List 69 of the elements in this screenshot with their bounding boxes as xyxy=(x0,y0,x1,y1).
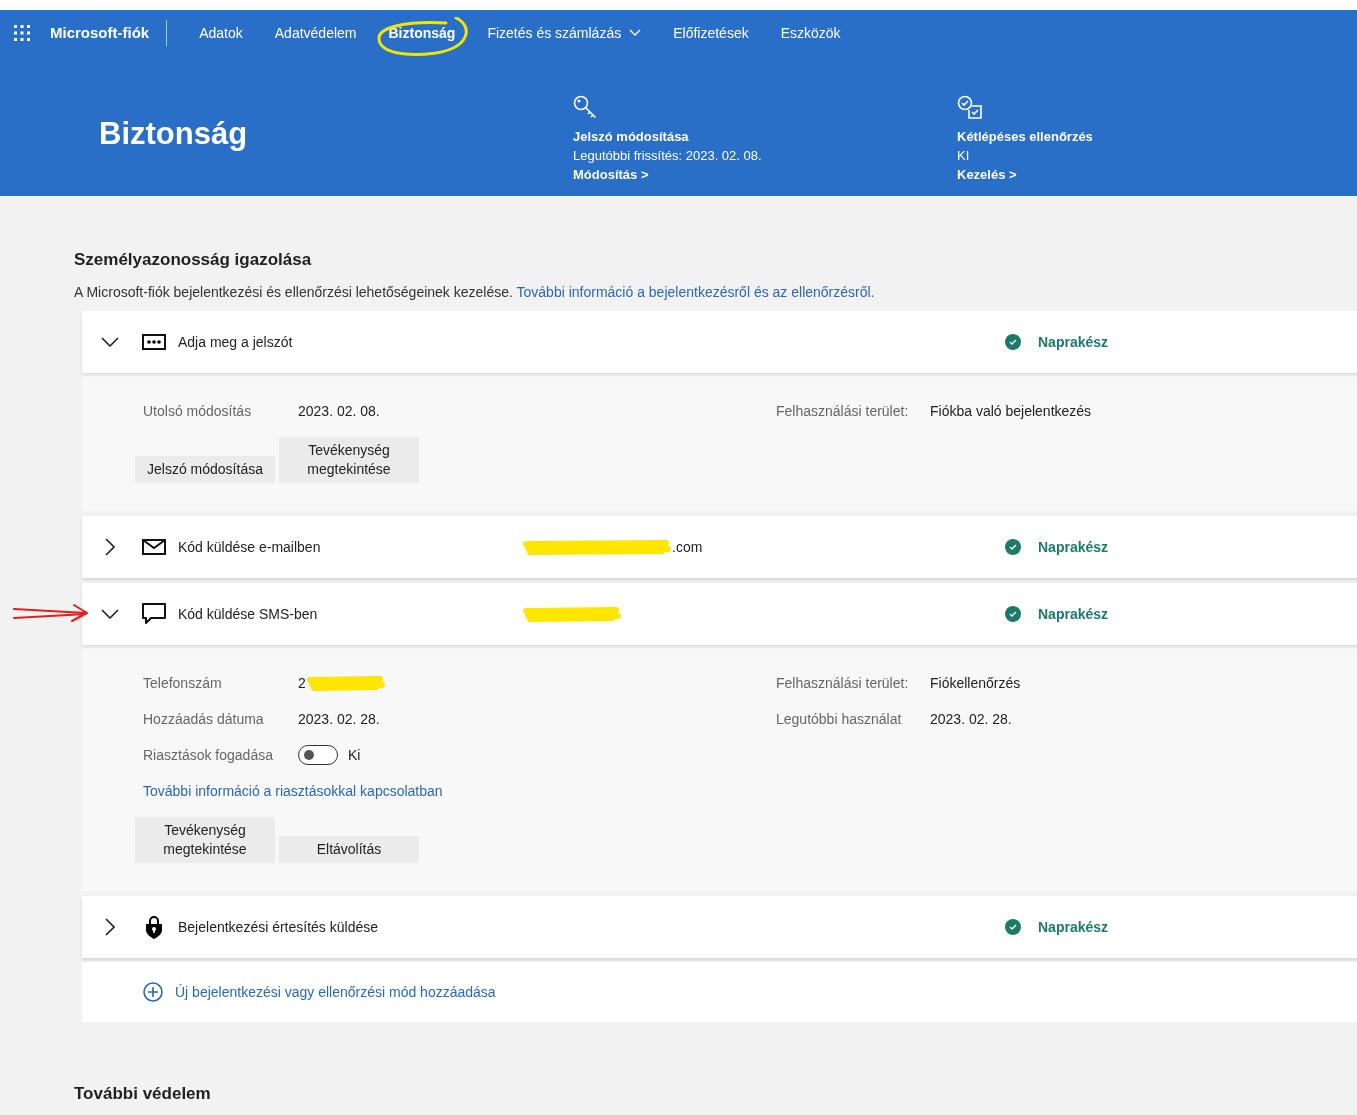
page-title: Biztonság xyxy=(98,115,249,152)
field-label: Legutóbbi használat xyxy=(776,710,903,729)
action-button[interactable]: Tevékenység megtekintése xyxy=(279,437,419,483)
field-value: Fiókba való bejelentkezés xyxy=(930,402,1092,421)
field-value: Fiókellenőrzés xyxy=(930,674,1021,693)
field-label: Telefonszám xyxy=(143,674,223,693)
speech-bubble-icon xyxy=(142,603,166,625)
section-title: Személyazonosság igazolása xyxy=(74,249,313,271)
check-circle-icon xyxy=(1005,539,1021,555)
envelope-icon xyxy=(142,539,166,555)
method-label: Bejelentkezési értesítés küldése xyxy=(178,919,379,935)
nav-link[interactable]: Fizetés és számlázás xyxy=(471,24,658,41)
method-row[interactable]: Kód küldése e-mailben .com Naprakész xyxy=(82,516,1357,578)
app-launcher-icon[interactable] xyxy=(14,24,30,41)
add-method-row[interactable]: Új bejelentkezési vagy ellenőrzési mód hozzáadása xyxy=(82,962,1357,1022)
nav-link[interactable]: Eszközök xyxy=(764,24,857,41)
field-value: 2023. 02. 08. xyxy=(298,402,380,421)
nav-link[interactable]: Adatok xyxy=(183,24,259,41)
check-circle-icon xyxy=(1005,606,1021,622)
password-icon xyxy=(142,334,166,350)
method-value: .com xyxy=(672,539,703,555)
nav-link[interactable]: Biztonság xyxy=(372,24,472,41)
nav-link[interactable]: Előfizetések xyxy=(657,24,765,41)
alerts-toggle[interactable] xyxy=(298,745,338,765)
action-button[interactable]: Eltávolítás xyxy=(279,836,419,863)
summary-title: Jelszó módosítása xyxy=(573,128,689,146)
status-label: Naprakész xyxy=(1038,539,1109,555)
method-row[interactable]: Bejelentkezési értesítés küldése Naprakész xyxy=(82,896,1357,958)
check-circle-icon xyxy=(1005,334,1021,350)
method-label: Kód küldése e-mailben xyxy=(178,539,322,555)
field-label: Felhasználási terület: xyxy=(776,402,910,421)
summary-link[interactable]: Módosítás > xyxy=(573,165,649,184)
toggle-state: Ki xyxy=(348,746,361,765)
add-method-link[interactable]: Új bejelentkezési vagy ellenőrzési mód hozzáadása xyxy=(175,984,496,1000)
alerts-info-link[interactable]: További információ a riasztásokkal kapcsolatban xyxy=(143,781,443,801)
status-label: Naprakész xyxy=(1038,919,1109,935)
key-icon xyxy=(573,95,599,119)
summary-link[interactable]: Kezelés > xyxy=(957,165,1017,184)
status-label: Naprakész xyxy=(1038,606,1109,622)
summary-status: Legutóbbi frissítés: 2023. 02. 08. xyxy=(573,147,762,165)
field-label: Hozzáadás dátuma xyxy=(143,710,265,729)
method-row[interactable]: Adja meg a jelszót Naprakész xyxy=(82,311,1357,373)
section-description: A Microsoft-fiók bejelentkezési és ellenőrzési lehetőségeinek kezelése. További információ a bejelentkezésről és az ellenőrzésről. xyxy=(74,283,876,302)
method-label: Kód küldése SMS-ben xyxy=(178,606,319,622)
plus-circle-icon xyxy=(143,982,163,1002)
checkmarks-icon xyxy=(957,95,983,119)
method-row[interactable]: Kód küldése SMS-ben Naprakész xyxy=(82,583,1357,645)
field-value: 2023. 02. 28. xyxy=(298,710,380,729)
field-value: 2023. 02. 28. xyxy=(930,710,1013,729)
lock-shield-icon xyxy=(144,915,164,939)
status-label: Naprakész xyxy=(1038,334,1109,350)
field-value: 2 xyxy=(298,674,306,693)
chevron-right-icon xyxy=(105,918,115,936)
summary-status: KI xyxy=(957,147,970,165)
field-label: Utolsó módosítás xyxy=(143,402,253,421)
info-link[interactable]: További információ a bejelentkezésről és az ellenőrzésről. xyxy=(516,284,875,300)
summary-title: Kétlépéses ellenőrzés xyxy=(957,128,1093,146)
chevron-right-icon xyxy=(105,538,115,556)
field-label: Felhasználási terület: xyxy=(776,674,910,693)
nav-link[interactable]: Adatvédelem xyxy=(258,24,373,41)
field-label: Riasztások fogadása xyxy=(143,746,274,765)
method-label: Adja meg a jelszót xyxy=(178,334,294,350)
action-button[interactable]: Jelszó módosítása xyxy=(135,456,275,483)
chevron-down-icon xyxy=(101,609,119,619)
section-title: További védelem xyxy=(74,1083,212,1105)
chevron-down-icon xyxy=(101,337,119,347)
brand-name[interactable]: Microsoft-fiók xyxy=(50,19,168,46)
check-circle-icon xyxy=(1005,919,1021,935)
action-button[interactable]: Tevékenység megtekintése xyxy=(135,817,275,863)
